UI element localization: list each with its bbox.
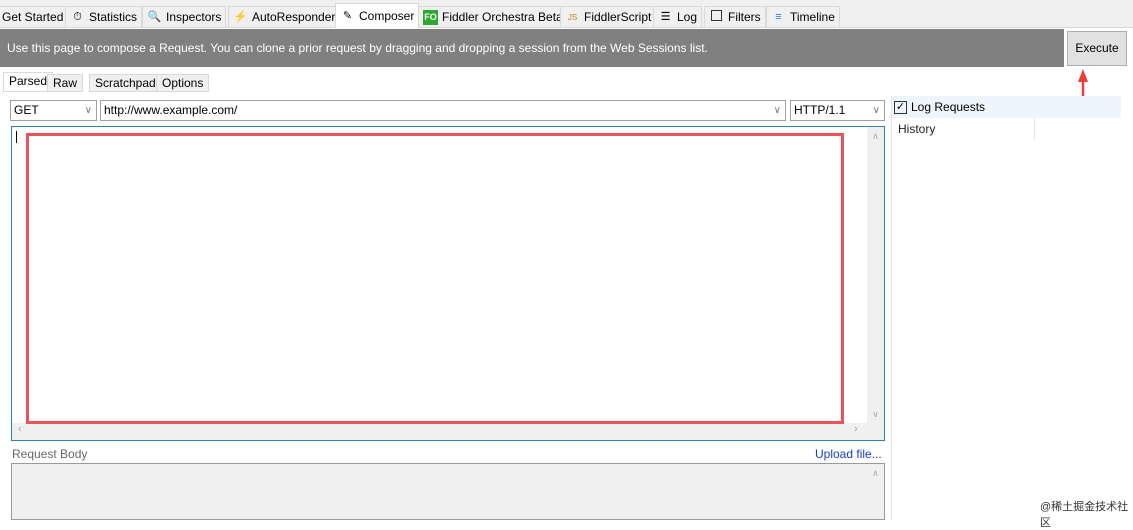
- check-icon: ✓: [894, 100, 907, 114]
- upload-file-link[interactable]: Upload file...: [815, 447, 882, 461]
- js-script-icon: JS: [567, 12, 578, 22]
- chevron-down-icon: ∨: [872, 105, 880, 116]
- pencil-note-icon: ✎: [342, 9, 353, 22]
- subtab-parsed[interactable]: Parsed: [3, 72, 54, 92]
- horizontal-scrollbar[interactable]: ‹ ›: [12, 423, 884, 440]
- tab-log[interactable]: ☰ Log: [653, 6, 703, 27]
- history-header: History: [892, 118, 1035, 140]
- request-body-editor[interactable]: ∧: [11, 463, 885, 520]
- tab-timeline[interactable]: ≡ Timeline: [766, 6, 840, 27]
- checkbox-icon: [709, 9, 724, 25]
- document-icon: ☰: [660, 10, 671, 23]
- tab-bar: Get Started ⏱ Statistics 🔍 Inspectors ⚡ Aut…: [0, 0, 1133, 28]
- execute-button[interactable]: Execute: [1067, 31, 1127, 66]
- tab-fiddler-orchestra[interactable]: FO Fiddler Orchestra Beta: [418, 6, 568, 27]
- tab-filters[interactable]: Filters: [704, 6, 766, 27]
- watermark: @稀土掘金技术社区: [1040, 501, 1129, 529]
- stopwatch-icon: ⏱: [73, 10, 82, 23]
- highlight-annotation-box: [26, 133, 844, 424]
- url-input[interactable]: http://www.example.com/∨: [100, 100, 786, 121]
- text-cursor: [16, 131, 17, 143]
- chevron-down-icon: ∨: [773, 105, 781, 116]
- subtab-options[interactable]: Options: [156, 74, 210, 92]
- fo-icon: FO: [423, 9, 438, 25]
- subtab-scratchpad[interactable]: Scratchpad: [89, 74, 162, 92]
- log-requests-checkbox[interactable]: ✓ Log Requests: [892, 96, 1121, 118]
- http-version-select[interactable]: HTTP/1.1 ∨: [790, 100, 885, 121]
- tab-composer[interactable]: ✎ Composer: [335, 3, 420, 28]
- vertical-scrollbar[interactable]: ∧ ∨: [867, 127, 884, 424]
- subtab-raw[interactable]: Raw: [47, 74, 84, 92]
- composer-banner: Use this page to compose a Request. You …: [0, 29, 1064, 67]
- tab-statistics[interactable]: ⏱ Statistics: [65, 6, 143, 27]
- chevron-down-icon: ∨: [84, 105, 92, 116]
- tab-inspectors[interactable]: 🔍 Inspectors: [142, 6, 227, 27]
- history-panel: ✓ Log Requests History: [891, 96, 1121, 520]
- method-select[interactable]: GET ∨: [10, 100, 97, 121]
- request-body-label: Request Body: [12, 447, 88, 461]
- tab-autoresponder[interactable]: ⚡ AutoResponder: [228, 6, 341, 27]
- tab-get-started[interactable]: Get Started: [0, 6, 69, 27]
- lightning-icon: ⚡: [233, 10, 248, 23]
- vertical-scrollbar[interactable]: ∧: [867, 464, 884, 519]
- tab-fiddlerscript[interactable]: JS FiddlerScript: [560, 6, 657, 27]
- timeline-icon: ≡: [775, 10, 782, 23]
- magnifier-icon: 🔍: [147, 10, 162, 23]
